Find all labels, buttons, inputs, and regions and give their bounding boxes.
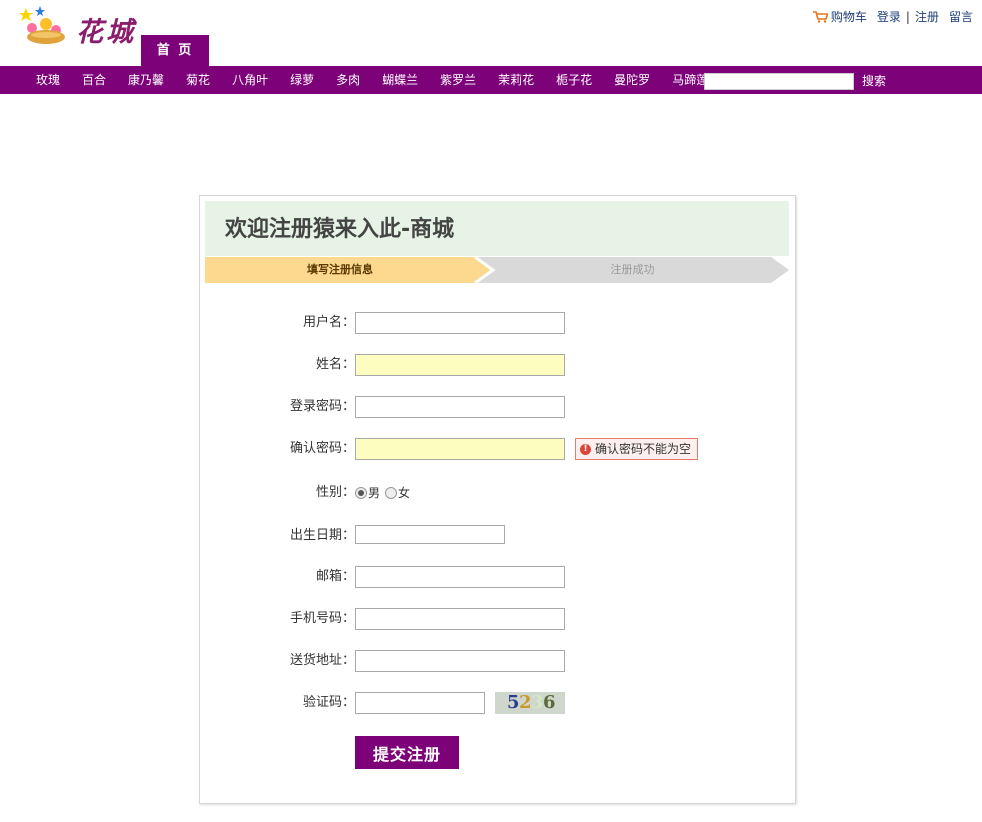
register-panel: 欢迎注册猿来入此-商城 填写注册信息 注册成功 用户名： 姓名： 登录密码： 确… — [199, 195, 796, 804]
gender-row: 性别： 男 女 — [200, 482, 795, 506]
email-label: 邮箱： — [316, 566, 355, 588]
nav-item[interactable]: 绿萝 — [279, 66, 325, 94]
submit-register-button[interactable]: 提交注册 — [355, 736, 459, 769]
cart-icon — [813, 11, 828, 23]
error-message: 确认密码不能为空 — [595, 439, 691, 459]
gender-male-radio[interactable] — [355, 487, 367, 499]
captcha-image[interactable]: 5236 — [495, 692, 565, 714]
nav-item[interactable]: 栀子花 — [545, 66, 603, 94]
nav-item[interactable]: 玫瑰 — [25, 66, 71, 94]
captcha-label: 验证码： — [303, 692, 355, 714]
name-label: 姓名： — [316, 354, 355, 376]
email-input[interactable] — [355, 566, 565, 588]
username-input[interactable] — [355, 312, 565, 334]
nav-items: 玫瑰百合康乃馨菊花八角叶绿萝多肉蝴蝶兰紫罗兰茉莉花栀子花曼陀罗马蹄莲 — [25, 66, 719, 94]
confirm-password-error: ! 确认密码不能为空 — [575, 438, 698, 460]
address-label: 送货地址： — [290, 650, 355, 672]
captcha-glyph: 2 — [519, 692, 532, 714]
captcha-glyph: 3 — [531, 692, 544, 714]
message-link[interactable]: 留言 — [949, 8, 973, 25]
captcha-glyph: 5 — [507, 692, 520, 714]
nav-item[interactable]: 八角叶 — [221, 66, 279, 94]
nav-item[interactable]: 蝴蝶兰 — [371, 66, 429, 94]
step-progress: 填写注册信息 注册成功 — [205, 257, 789, 283]
cart-link[interactable]: 购物车 — [831, 8, 867, 25]
password-label: 登录密码： — [290, 396, 355, 418]
link-separator: | — [906, 10, 910, 24]
address-row: 送货地址： — [200, 650, 795, 674]
password-input[interactable] — [355, 396, 565, 418]
category-nav: 玫瑰百合康乃馨菊花八角叶绿萝多肉蝴蝶兰紫罗兰茉莉花栀子花曼陀罗马蹄莲 搜索 — [0, 66, 982, 94]
step-success: 注册成功 — [485, 257, 780, 283]
nav-item[interactable]: 曼陀罗 — [603, 66, 661, 94]
phone-row: 手机号码： — [200, 608, 795, 632]
phone-input[interactable] — [355, 608, 565, 630]
register-link[interactable]: 注册 — [915, 8, 939, 25]
address-input[interactable] — [355, 650, 565, 672]
search-input[interactable] — [704, 73, 854, 90]
name-row: 姓名： — [200, 354, 795, 378]
gender-label: 性别： — [316, 482, 355, 504]
nav-item[interactable]: 茉莉花 — [487, 66, 545, 94]
gender-male-label: 男 — [368, 484, 380, 501]
gender-female-radio[interactable] — [385, 487, 397, 499]
confirm-password-input[interactable] — [355, 438, 565, 460]
captcha-glyph: 6 — [543, 692, 556, 714]
password-row: 登录密码： — [200, 396, 795, 420]
captcha-input[interactable] — [355, 692, 485, 714]
username-row: 用户名： — [200, 312, 795, 336]
tab-home[interactable]: 首 页 — [141, 35, 209, 66]
email-row: 邮箱： — [200, 566, 795, 590]
error-icon: ! — [580, 444, 591, 455]
nav-item[interactable]: 多肉 — [325, 66, 371, 94]
top-links: 购物车 登录 | 注册 留言 — [813, 8, 973, 25]
step-fill-info: 填写注册信息 — [205, 257, 475, 283]
gender-options: 男 女 — [355, 484, 410, 501]
logo-text: 花城 — [76, 10, 136, 49]
captcha-row: 验证码： 5236 — [200, 692, 795, 716]
nav-item[interactable]: 紫罗兰 — [429, 66, 487, 94]
nav-item[interactable]: 康乃馨 — [117, 66, 175, 94]
confirm-password-label: 确认密码： — [290, 438, 355, 460]
gender-female-label: 女 — [398, 484, 410, 501]
login-link[interactable]: 登录 — [877, 8, 901, 25]
name-input[interactable] — [355, 354, 565, 376]
search-button[interactable]: 搜索 — [862, 73, 886, 89]
page-title: 欢迎注册猿来入此-商城 — [205, 201, 789, 256]
nav-item[interactable]: 菊花 — [175, 66, 221, 94]
nav-item[interactable]: 百合 — [71, 66, 117, 94]
birthday-label: 出生日期： — [290, 525, 355, 547]
flower-basket-icon — [18, 6, 78, 46]
confirm-password-row: 确认密码： ! 确认密码不能为空 — [200, 438, 795, 462]
phone-label: 手机号码： — [290, 608, 355, 630]
logo[interactable]: 花城 — [18, 6, 143, 46]
username-label: 用户名： — [303, 312, 355, 334]
birthday-row: 出生日期： — [200, 525, 795, 549]
birthday-input[interactable] — [355, 525, 505, 544]
